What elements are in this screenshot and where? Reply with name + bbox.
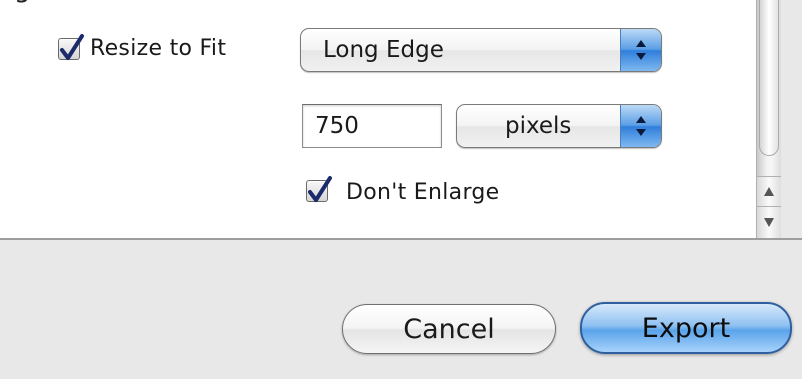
resize-to-fit-checkbox[interactable] — [58, 34, 84, 60]
arrow-down-icon — [764, 218, 774, 227]
popup-arrows-icon — [620, 105, 661, 147]
dont-enlarge-label: Don't Enlarge — [346, 180, 500, 205]
checkmark-icon — [308, 176, 332, 202]
scroll-down-button[interactable] — [757, 206, 781, 238]
scroll-thumb[interactable] — [759, 0, 779, 156]
cropped-heading-fragment: g — [14, 0, 31, 4]
panel-divider — [0, 238, 802, 240]
unit-popup[interactable]: pixels — [456, 104, 662, 148]
cancel-button[interactable]: Cancel — [342, 304, 556, 354]
scroll-up-button[interactable] — [757, 176, 781, 206]
size-input[interactable] — [302, 104, 442, 148]
vertical-scrollbar[interactable] — [756, 0, 781, 238]
popup-arrows-icon — [620, 29, 661, 71]
arrow-up-icon — [764, 187, 774, 196]
export-button[interactable]: Export — [580, 302, 792, 354]
unit-value: pixels — [505, 113, 572, 139]
options-panel: g Resize to Fit Long Edge pixels — [0, 0, 781, 238]
resize-to-fit-label: Resize to Fit — [90, 36, 227, 61]
resize-mode-value: Long Edge — [323, 37, 444, 63]
checkmark-icon — [60, 34, 84, 60]
resize-mode-popup[interactable]: Long Edge — [300, 28, 662, 72]
dont-enlarge-checkbox[interactable] — [306, 176, 332, 202]
